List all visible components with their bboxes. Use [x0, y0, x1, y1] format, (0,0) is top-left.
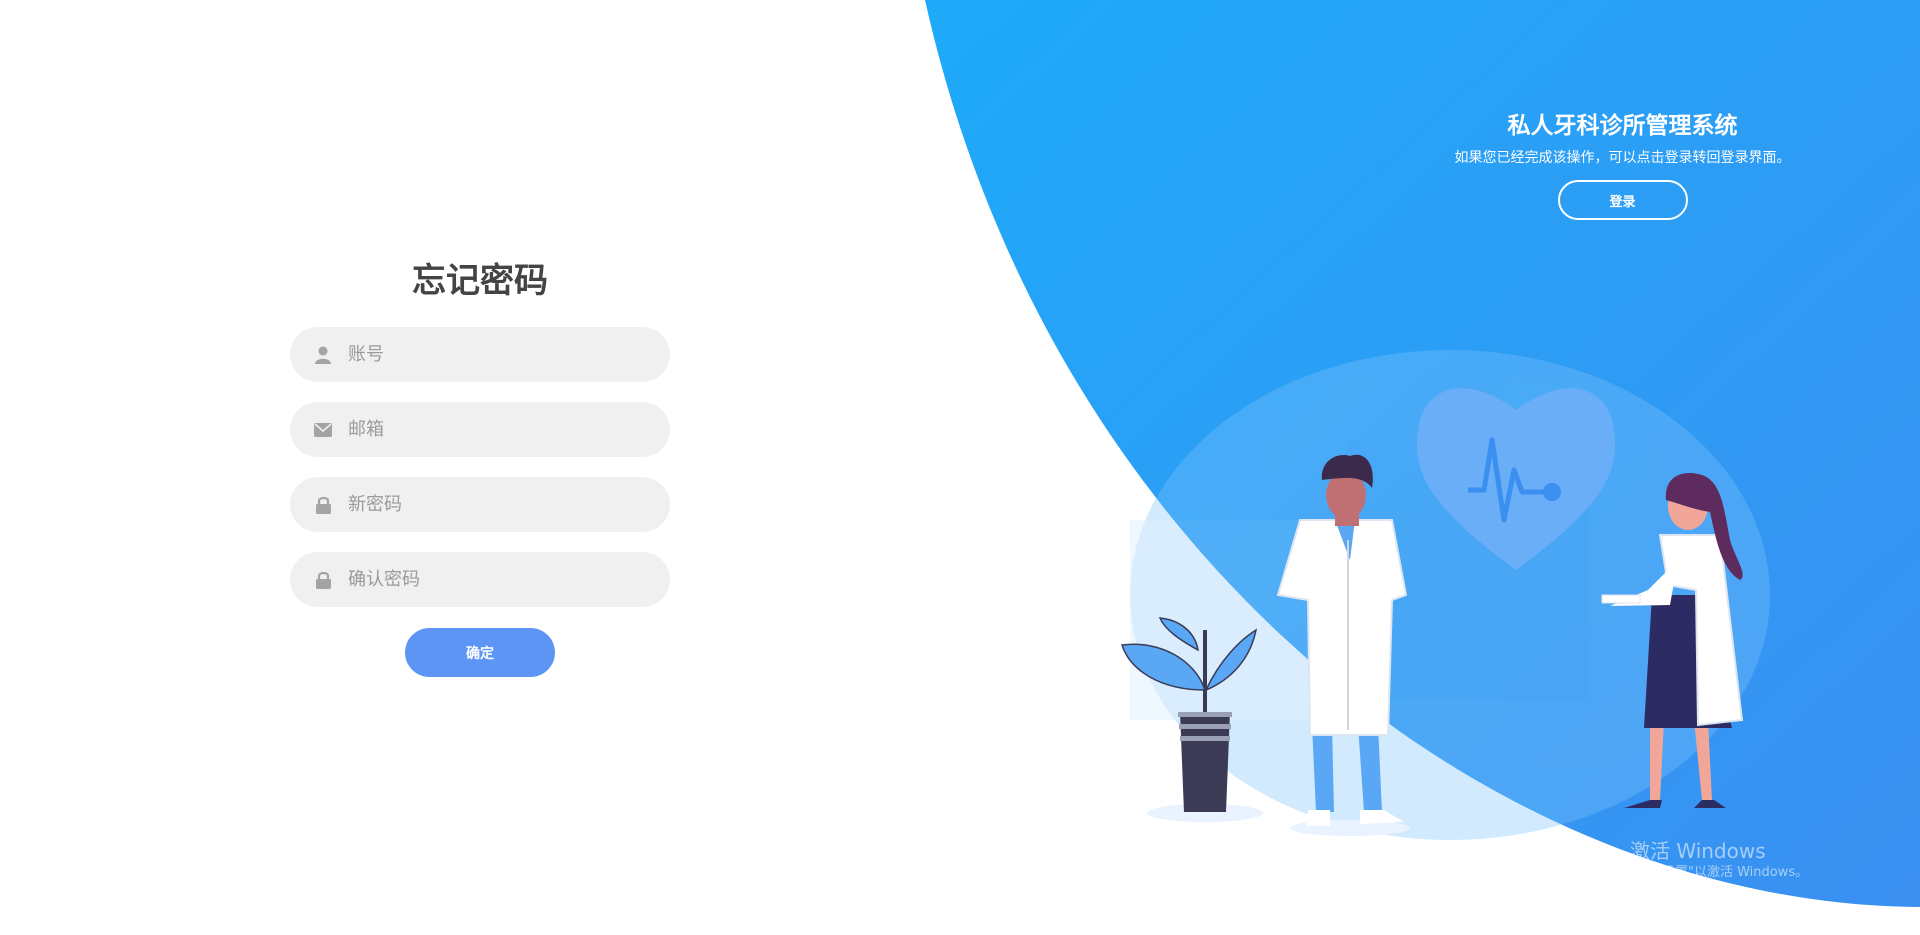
- watermark-subtitle: 转到"设置"以激活 Windows。: [1630, 865, 1809, 880]
- new-password-field[interactable]: [290, 477, 670, 532]
- lock-icon: [314, 571, 332, 589]
- watermark-title: 激活 Windows: [1630, 839, 1766, 863]
- hero-panel: 私人牙科诊所管理系统 如果您已经完成该操作，可以点击登录转回登录界面。 登录: [1420, 108, 1825, 220]
- confirm-password-input[interactable]: [346, 568, 650, 591]
- form-title: 忘记密码: [412, 261, 548, 301]
- confirm-button[interactable]: 确定: [405, 628, 555, 677]
- account-field[interactable]: [290, 327, 670, 382]
- user-icon: [314, 346, 332, 364]
- confirm-password-field[interactable]: [290, 552, 670, 607]
- envelope-icon: [314, 421, 332, 439]
- email-field[interactable]: [290, 402, 670, 457]
- account-input[interactable]: [346, 343, 650, 366]
- app-title: 私人牙科诊所管理系统: [1507, 113, 1738, 139]
- new-password-input[interactable]: [346, 493, 650, 516]
- hero-subtitle: 如果您已经完成该操作，可以点击登录转回登录界面。: [1454, 150, 1791, 166]
- email-input[interactable]: [346, 418, 650, 441]
- lock-icon: [314, 496, 332, 514]
- login-button[interactable]: 登录: [1557, 180, 1688, 220]
- forgot-password-form: 忘记密码 确定: [290, 255, 670, 677]
- windows-activation-watermark: 激活 Windows 转到"设置"以激活 Windows。: [1630, 838, 1808, 882]
